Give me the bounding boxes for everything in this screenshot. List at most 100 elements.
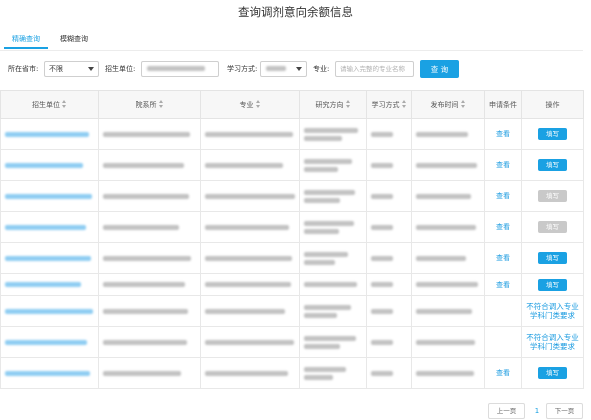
cell-study-mode [366, 211, 412, 243]
cell-actions: 填写 [521, 118, 584, 150]
cell-actions: 填写 [521, 273, 584, 296]
redacted-text [205, 282, 291, 287]
view-conditions-link[interactable]: 查看 [496, 281, 510, 289]
column-header-research-direction[interactable]: 研究方向 [299, 90, 367, 119]
cell-actions: 填写 [521, 357, 584, 389]
cell-recruit-unit[interactable] [0, 295, 99, 327]
redacted-text [103, 282, 185, 287]
cell-apply-conditions: 查看 [484, 211, 522, 243]
redacted-text [371, 255, 393, 261]
cell-publish-time [411, 211, 485, 243]
cell-recruit-unit[interactable] [0, 357, 99, 389]
study-mode-label: 学习方式: [227, 65, 258, 73]
major-label: 专业: [313, 65, 330, 73]
column-header-apply-conditions: 申请条件 [484, 90, 522, 119]
redacted-text [371, 131, 393, 137]
prev-page-button[interactable]: 上一页 [488, 403, 525, 419]
cell-recruit-unit[interactable] [0, 242, 99, 274]
cell-major [200, 180, 300, 212]
cell-study-mode [366, 273, 412, 296]
sort-icon[interactable] [401, 99, 407, 108]
redacted-text [304, 282, 357, 287]
redacted-text [371, 370, 393, 376]
cell-recruit-unit[interactable] [0, 326, 99, 358]
redacted-text [304, 220, 354, 226]
column-header-label: 专业 [239, 100, 254, 109]
redacted-text [103, 162, 184, 168]
redacted-text [205, 370, 288, 376]
redacted-text[interactable] [5, 282, 81, 287]
column-header-recruit-unit[interactable]: 招生单位 [0, 90, 99, 119]
cell-actions: 填写 [521, 242, 584, 274]
sort-icon[interactable] [460, 99, 466, 108]
redacted-text[interactable] [5, 308, 93, 314]
view-conditions-link[interactable]: 查看 [496, 223, 510, 231]
cell-recruit-unit[interactable] [0, 149, 99, 181]
redacted-text[interactable] [5, 193, 92, 199]
column-header-actions: 操作 [521, 90, 584, 119]
view-conditions-link[interactable]: 查看 [496, 130, 510, 138]
cell-apply-conditions: 查看 [484, 242, 522, 274]
redacted-text [103, 308, 188, 314]
cell-publish-time [411, 242, 485, 274]
cell-actions: 填写 [521, 211, 584, 243]
fill-button-disabled[interactable]: 填写 [538, 190, 567, 202]
recruit-unit-input[interactable] [141, 61, 219, 77]
fill-button-disabled[interactable]: 填写 [538, 221, 567, 233]
fill-button[interactable]: 填写 [538, 128, 567, 140]
view-conditions-link[interactable]: 查看 [496, 254, 510, 262]
cell-recruit-unit[interactable] [0, 211, 99, 243]
cell-apply-conditions [484, 326, 522, 358]
redacted-text[interactable] [5, 255, 91, 261]
redacted-text[interactable] [5, 339, 87, 345]
redacted-text [304, 343, 340, 349]
province-select[interactable]: 不限 [44, 61, 99, 77]
cell-apply-conditions: 查看 [484, 149, 522, 181]
cell-publish-time [411, 357, 485, 389]
cell-actions: 填写 [521, 149, 584, 181]
redacted-text[interactable] [5, 370, 90, 376]
sort-icon[interactable] [62, 99, 67, 108]
sort-icon[interactable] [158, 99, 164, 108]
column-header-study-mode[interactable]: 学习方式 [366, 90, 412, 119]
view-conditions-link[interactable]: 查看 [496, 369, 510, 377]
tab-exact-search[interactable]: 精确查询 [4, 33, 48, 49]
column-header-major[interactable]: 专业 [200, 90, 300, 119]
cell-study-mode [366, 180, 412, 212]
column-header-department[interactable]: 院系所 [98, 90, 201, 119]
cell-recruit-unit[interactable] [0, 180, 99, 212]
cell-recruit-unit[interactable] [0, 273, 99, 296]
table-body: 查看 填写 查看 填写 查看 填写 查看 填写 查看 填写 查看 填写 不符合调入专业学科门类要求 不符合… [0, 118, 584, 389]
sort-icon[interactable] [255, 99, 261, 108]
redacted-text[interactable] [5, 162, 83, 168]
study-mode-select[interactable] [260, 61, 307, 77]
fill-button[interactable]: 填写 [538, 252, 567, 264]
fill-button[interactable]: 填写 [538, 159, 567, 171]
column-header-label: 研究方向 [315, 100, 344, 109]
cell-apply-conditions: 查看 [484, 118, 522, 150]
cell-department [98, 149, 201, 181]
tab-fuzzy-search[interactable]: 模糊查询 [58, 33, 90, 49]
redacted-text[interactable] [5, 224, 86, 230]
cell-research-direction [299, 118, 367, 150]
fill-button[interactable]: 填写 [538, 367, 567, 379]
sort-icon[interactable] [345, 99, 351, 108]
search-button[interactable]: 查 询 [420, 60, 459, 78]
cell-publish-time [411, 180, 485, 212]
cell-department [98, 326, 201, 358]
cell-research-direction [299, 242, 367, 274]
column-header-publish-time[interactable]: 发布时间 [411, 90, 485, 119]
fill-button[interactable]: 填写 [538, 278, 567, 291]
view-conditions-link[interactable]: 查看 [496, 161, 510, 169]
redacted-text [205, 339, 294, 345]
next-page-button[interactable]: 下一页 [546, 403, 583, 419]
redacted-text [304, 166, 338, 172]
view-conditions-link[interactable]: 查看 [496, 192, 510, 200]
redacted-text[interactable] [5, 131, 89, 137]
current-page[interactable]: 1 [530, 403, 544, 419]
cell-recruit-unit[interactable] [0, 118, 99, 150]
major-input[interactable] [335, 61, 414, 77]
chevron-down-icon [88, 67, 94, 71]
table-row: 不符合调入专业学科门类要求 [0, 326, 584, 358]
cell-major [200, 357, 300, 389]
